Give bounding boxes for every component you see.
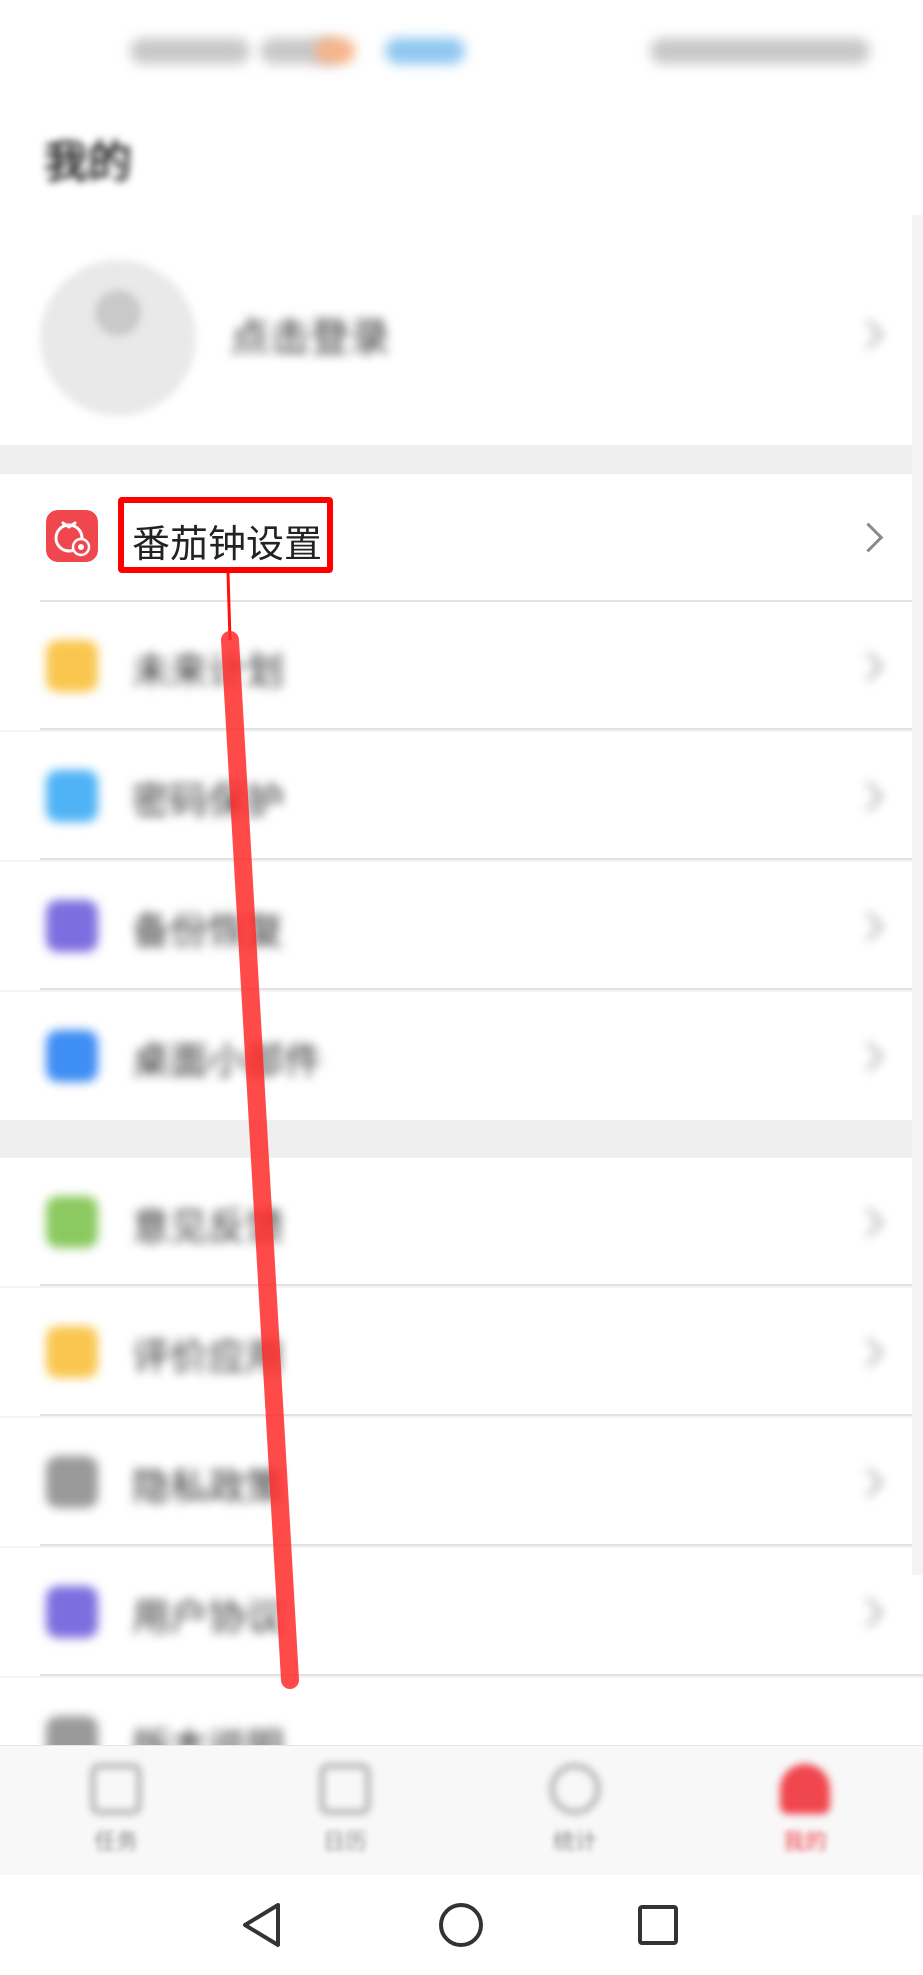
page: 我的 点击登录 番茄钟设置 未来计划 密码保护 备份恢复 桌面小部件 意见反馈 … xyxy=(0,0,923,1975)
annotation-stroke xyxy=(221,572,299,1689)
